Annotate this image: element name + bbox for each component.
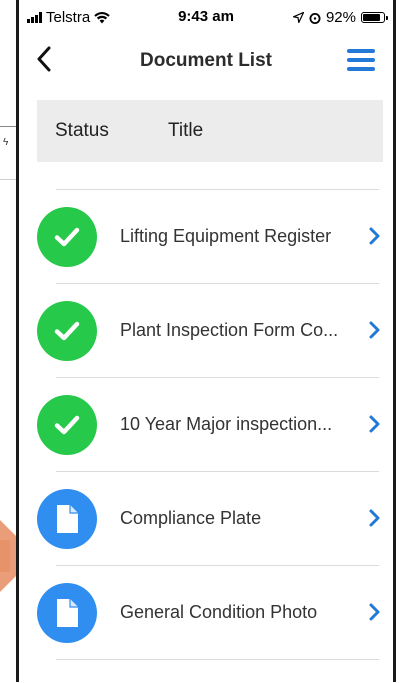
battery-percent: 92% — [325, 9, 356, 26]
page-title: Document List — [140, 50, 272, 71]
hamburger-menu-icon — [347, 49, 375, 53]
charging-icon: ϟ — [3, 137, 9, 148]
column-header-status: Status — [55, 120, 109, 141]
document-icon — [55, 504, 79, 534]
status-bar-right: 92% — [292, 9, 388, 26]
document-row[interactable]: General Condition Photo — [19, 566, 393, 660]
list-divider — [56, 659, 379, 660]
navigation-bar: Document List — [19, 36, 393, 84]
phone-screen: Telstra 9:43 am 92% Document List Status… — [16, 0, 396, 682]
document-title: Compliance Plate — [120, 508, 262, 528]
battery-icon — [361, 12, 388, 23]
chevron-right-icon[interactable] — [367, 602, 381, 622]
document-title: Lifting Equipment Register — [120, 226, 332, 246]
back-button[interactable] — [29, 44, 59, 74]
chevron-left-icon — [37, 46, 51, 72]
table-header: Status Title — [37, 100, 383, 162]
document-row[interactable]: Plant Inspection Form Co... — [19, 284, 393, 378]
chevron-right-icon[interactable] — [367, 320, 381, 340]
status-complete-badge — [37, 207, 97, 267]
status-pending-badge — [37, 583, 97, 643]
checkmark-icon — [54, 226, 80, 248]
document-row[interactable]: Compliance Plate — [19, 472, 393, 566]
status-bar: Telstra 9:43 am 92% — [19, 0, 393, 36]
document-title: General Condition Photo — [120, 602, 318, 622]
alarm-clock-icon — [309, 12, 321, 24]
menu-button[interactable] — [347, 49, 375, 71]
checkmark-icon — [54, 414, 80, 436]
chevron-right-icon[interactable] — [367, 414, 381, 434]
status-complete-badge — [37, 301, 97, 361]
document-title: 10 Year Major inspection... — [120, 414, 333, 434]
chevron-right-icon[interactable] — [367, 508, 381, 528]
column-header-title: Title — [168, 120, 204, 141]
document-row[interactable]: Lifting Equipment Register — [19, 190, 393, 284]
chevron-right-icon[interactable] — [367, 226, 381, 246]
document-title: Plant Inspection Form Co... — [120, 320, 339, 340]
document-icon — [55, 598, 79, 628]
document-row[interactable]: 10 Year Major inspection... — [19, 378, 393, 472]
checkmark-icon — [54, 320, 80, 342]
status-complete-badge — [37, 395, 97, 455]
location-arrow-icon — [292, 12, 304, 23]
status-pending-badge — [37, 489, 97, 549]
